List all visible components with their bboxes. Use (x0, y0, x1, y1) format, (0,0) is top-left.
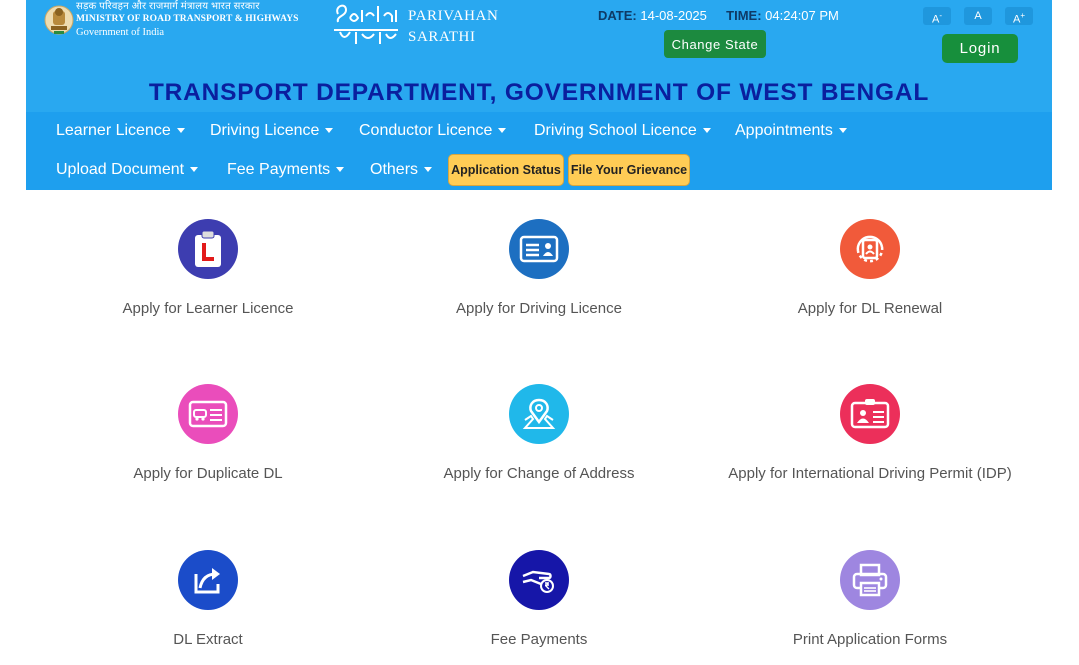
service-label: Apply for Driving Licence (456, 300, 622, 317)
fee-payments-icon (509, 550, 569, 610)
service-label: Apply for Change of Address (443, 465, 635, 482)
service-driving-licence[interactable]: Apply for Driving Licence (389, 219, 689, 320)
change-state-button[interactable]: Change State (664, 30, 766, 58)
learner-licence-icon (178, 219, 238, 279)
nav-fee-payments[interactable]: Fee Payments (227, 161, 345, 179)
nav-appointments[interactable]: Appointments (735, 122, 847, 140)
caret-down-icon (424, 167, 433, 173)
service-idp[interactable]: Apply for International Driving Permit (… (720, 384, 1020, 485)
service-learner-licence[interactable]: Apply for Learner Licence (58, 219, 358, 320)
dl-extract-icon (178, 550, 238, 610)
site-header: सड़क परिवहन और राजमार्ग मंत्रालय भारत सर… (26, 0, 1052, 112)
time-label: TIME: (726, 8, 762, 23)
font-increase-button[interactable]: A+ (1005, 7, 1033, 26)
brand-name: PARIVAHAN SARATHI (408, 6, 498, 48)
date-time: DATE: 14-08-2025 TIME: 04:24:07 PM (598, 8, 839, 23)
idp-icon (840, 384, 900, 444)
service-label: DL Extract (173, 631, 243, 648)
service-label: Apply for DL Renewal (797, 300, 943, 317)
caret-down-icon (176, 128, 185, 134)
login-button[interactable]: Login (942, 34, 1018, 63)
print-forms-icon (840, 550, 900, 610)
service-change-of-address[interactable]: Apply for Change of Address (389, 384, 689, 485)
font-normal-button[interactable]: A (964, 7, 992, 25)
service-fee-payments[interactable]: Fee Payments (389, 550, 689, 651)
service-print-application-forms[interactable]: Print Application Forms (720, 550, 1020, 651)
date-label: DATE: (598, 8, 637, 23)
caret-down-icon (838, 128, 847, 134)
application-status-button[interactable]: Application Status (448, 154, 564, 186)
duplicate-dl-icon (178, 384, 238, 444)
dl-renewal-icon (840, 219, 900, 279)
font-decrease-button[interactable]: A- (923, 7, 951, 26)
sarathi-logo-icon (334, 4, 398, 44)
nav-driving-school-licence[interactable]: Driving School Licence (534, 122, 711, 140)
service-label: Apply for International Driving Permit (… (728, 465, 1012, 482)
caret-down-icon (498, 128, 507, 134)
service-label: Print Application Forms (792, 631, 948, 648)
time-value: 04:24:07 PM (765, 8, 839, 23)
page: सड़क परिवहन और राजमार्ग मंत्रालय भारत सर… (26, 0, 1052, 665)
change-address-icon (509, 384, 569, 444)
ministry-hindi: सड़क परिवहन और राजमार्ग मंत्रालय भारत सर… (76, 1, 260, 12)
caret-down-icon (190, 167, 199, 173)
government-of-india: Government of India (76, 27, 165, 38)
nav-others[interactable]: Others (370, 161, 433, 179)
nav-driving-licence[interactable]: Driving Licence (210, 122, 334, 140)
caret-down-icon (325, 128, 334, 134)
file-grievance-button[interactable]: File Your Grievance (568, 154, 690, 186)
nav-upload-document[interactable]: Upload Document (56, 161, 199, 179)
ministry-name: सड़क परिवहन और राजमार्ग मंत्रालय भारत सर… (76, 0, 306, 44)
service-label: Apply for Learner Licence (122, 300, 294, 317)
service-duplicate-dl[interactable]: Apply for Duplicate DL (58, 384, 358, 485)
caret-down-icon (702, 128, 711, 134)
service-dl-extract[interactable]: DL Extract (58, 550, 358, 651)
driving-licence-icon (509, 219, 569, 279)
brand-line-parivahan: PARIVAHAN (408, 8, 499, 24)
ministry-english: MINISTRY OF ROAD TRANSPORT & HIGHWAYS (76, 14, 299, 24)
brand-line-sarathi: SARATHI (408, 29, 476, 45)
service-label: Apply for Duplicate DL (133, 465, 283, 482)
nav-learner-licence[interactable]: Learner Licence (56, 122, 185, 140)
national-emblem-icon (44, 5, 74, 35)
service-dl-renewal[interactable]: Apply for DL Renewal (720, 219, 1020, 320)
caret-down-icon (336, 167, 345, 173)
department-title: TRANSPORT DEPARTMENT, GOVERNMENT OF WEST… (148, 79, 930, 106)
date-value: 14-08-2025 (640, 8, 707, 23)
nav-conductor-licence[interactable]: Conductor Licence (359, 122, 507, 140)
service-label: Fee Payments (490, 631, 588, 648)
